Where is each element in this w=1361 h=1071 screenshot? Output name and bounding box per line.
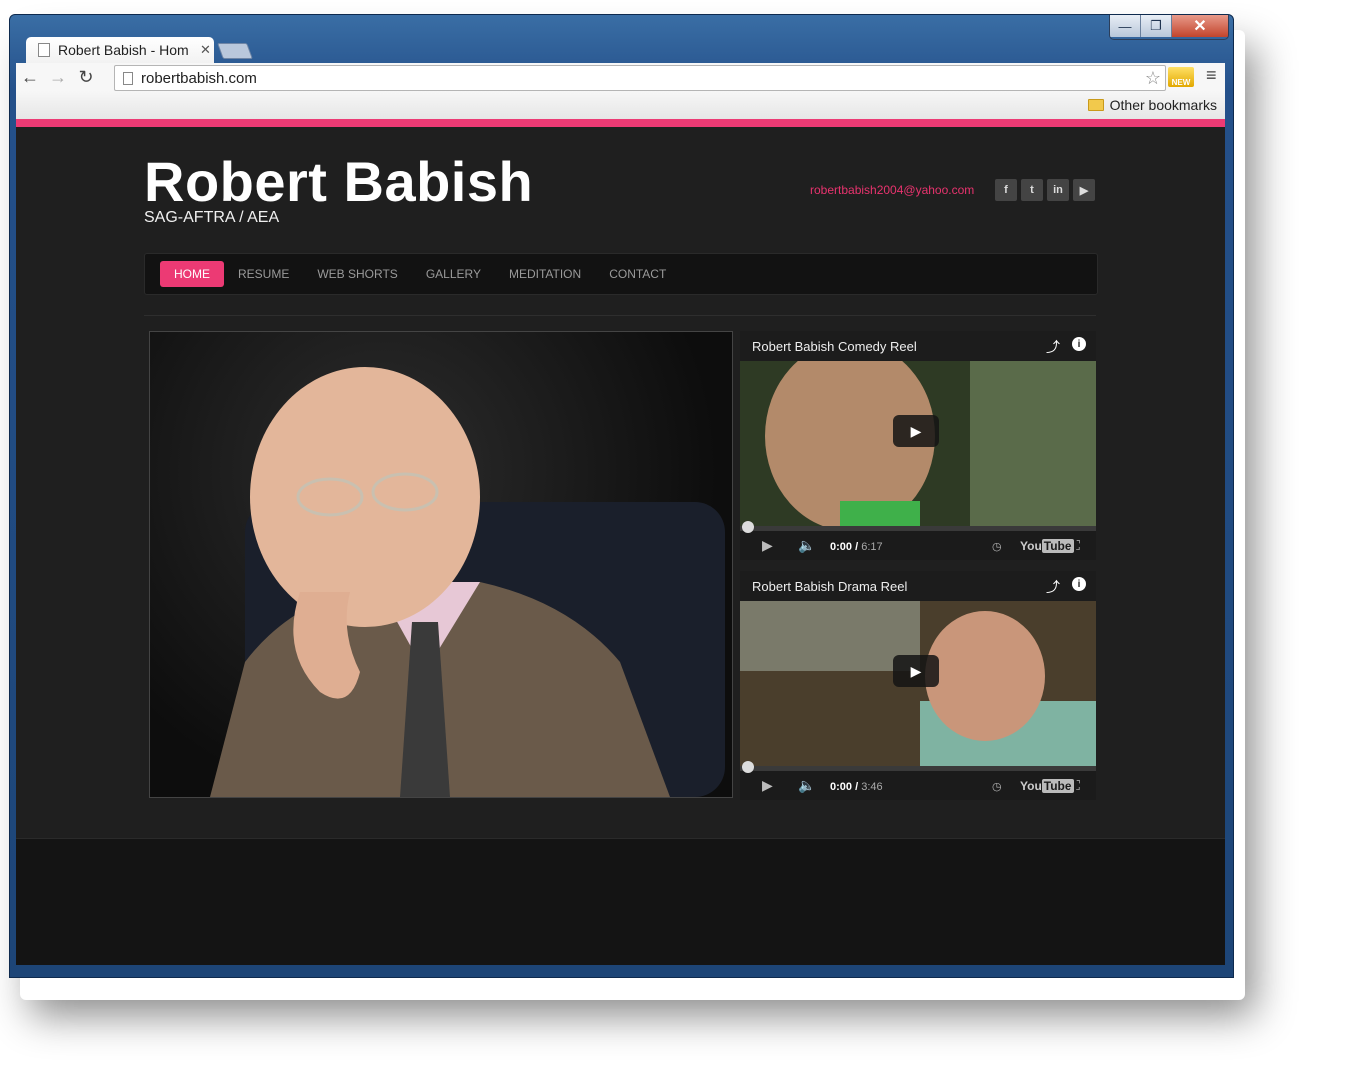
nav-web-shorts[interactable]: WEB SHORTS bbox=[303, 261, 411, 287]
video-player-comedy[interactable]: Robert Babish Comedy Reel ⤴ i ▶ ▶ 🔈 0:00… bbox=[740, 331, 1096, 560]
social-links: f t in ▶ bbox=[995, 179, 1095, 201]
nav-resume[interactable]: RESUME bbox=[224, 261, 303, 287]
progress-bar[interactable] bbox=[740, 761, 1096, 773]
actor-face bbox=[925, 611, 1045, 741]
extension-icon[interactable]: NEW bbox=[1168, 67, 1194, 87]
current-time: 0:00 bbox=[830, 541, 853, 553]
watch-later-icon[interactable]: ◷ bbox=[992, 780, 1002, 793]
site-subtitle: SAG-AFTRA / AEA bbox=[144, 209, 280, 226]
info-icon[interactable]: i bbox=[1072, 337, 1086, 351]
forward-icon[interactable]: → bbox=[44, 67, 72, 88]
nav-gallery[interactable]: GALLERY bbox=[412, 261, 495, 287]
minimize-icon[interactable]: — bbox=[1110, 15, 1141, 37]
video-header-icons: ⤴ i bbox=[1046, 337, 1086, 357]
share-icon[interactable]: ⤴ bbox=[1046, 337, 1060, 357]
address-bar[interactable]: robertbabish.com ☆ bbox=[114, 65, 1166, 91]
nav-meditation[interactable]: MEDITATION bbox=[495, 261, 595, 287]
page-viewport: Robert Babish SAG-AFTRA / AEA robertbabi… bbox=[16, 119, 1225, 965]
youtube-icon[interactable]: ▶ bbox=[1073, 179, 1095, 201]
progress-knob[interactable] bbox=[742, 521, 754, 533]
info-icon[interactable]: i bbox=[1072, 577, 1086, 591]
current-time: 0:00 bbox=[830, 781, 853, 793]
video-time: 0:00 / 6:17 bbox=[830, 541, 883, 553]
youtube-logo-icon[interactable]: You Tube bbox=[1020, 539, 1074, 553]
other-bookmarks-label: Other bookmarks bbox=[1109, 97, 1217, 113]
maximize-icon[interactable]: ❐ bbox=[1141, 15, 1172, 37]
video-header: Robert Babish Drama Reel ⤴ i bbox=[740, 571, 1096, 601]
new-tab-button[interactable] bbox=[217, 43, 253, 59]
volume-icon[interactable]: 🔈 bbox=[798, 537, 815, 554]
green-cup bbox=[840, 501, 920, 526]
site-title[interactable]: Robert Babish bbox=[144, 149, 533, 214]
menu-icon[interactable]: ≡ bbox=[1206, 65, 1217, 86]
page-icon bbox=[38, 43, 50, 57]
progress-bar[interactable] bbox=[740, 521, 1096, 533]
video-title[interactable]: Robert Babish Drama Reel bbox=[752, 579, 907, 594]
browser-tab[interactable]: Robert Babish - Hom ✕ bbox=[26, 37, 214, 63]
video-header: Robert Babish Comedy Reel ⤴ i bbox=[740, 331, 1096, 361]
portrait-photo bbox=[149, 331, 733, 798]
play-overlay-icon[interactable]: ▶ bbox=[893, 415, 939, 447]
video-controls: ▶ 🔈 0:00 / 6:17 ◷ You Tube ⛶ bbox=[740, 521, 1096, 560]
main-nav: HOME RESUME WEB SHORTS GALLERY MEDITATIO… bbox=[144, 253, 1098, 295]
window-controls: — ❐ ✕ bbox=[1109, 15, 1229, 40]
folder-icon bbox=[1087, 99, 1104, 111]
bookmark-star-icon[interactable]: ☆ bbox=[1145, 68, 1161, 89]
car-window bbox=[970, 361, 1096, 526]
bookmarks-bar: Other bookmarks bbox=[16, 91, 1225, 119]
tab-close-icon[interactable]: ✕ bbox=[200, 42, 211, 58]
share-icon[interactable]: ⤴ bbox=[1046, 577, 1060, 597]
reload-icon[interactable]: ↻ bbox=[72, 67, 100, 88]
volume-icon[interactable]: 🔈 bbox=[798, 777, 815, 794]
linkedin-icon[interactable]: in bbox=[1047, 179, 1069, 201]
tab-title: Robert Babish - Hom bbox=[58, 42, 189, 58]
video-controls: ▶ 🔈 0:00 / 3:46 ◷ You Tube ⛶ bbox=[740, 761, 1096, 800]
video-title[interactable]: Robert Babish Comedy Reel bbox=[752, 339, 917, 354]
progress-knob[interactable] bbox=[742, 761, 754, 773]
facebook-icon[interactable]: f bbox=[995, 179, 1017, 201]
back-icon[interactable]: ← bbox=[16, 67, 44, 88]
section-divider bbox=[144, 315, 1096, 316]
browser-toolbar: ← → ↻ robertbabish.com ☆ NEW ≡ bbox=[16, 63, 1225, 91]
nav-home[interactable]: HOME bbox=[160, 261, 224, 287]
video-header-icons: ⤴ i bbox=[1046, 577, 1086, 597]
email-link[interactable]: robertbabish2004@yahoo.com bbox=[810, 183, 974, 197]
youtube-logo-icon[interactable]: You Tube bbox=[1020, 779, 1074, 793]
extension-badge: NEW bbox=[1171, 78, 1191, 87]
watch-later-icon[interactable]: ◷ bbox=[992, 540, 1002, 553]
page-footer bbox=[16, 838, 1225, 965]
nav-contact[interactable]: CONTACT bbox=[595, 261, 680, 287]
video-time: 0:00 / 3:46 bbox=[830, 781, 883, 793]
accent-bar bbox=[16, 119, 1225, 127]
twitter-icon[interactable]: t bbox=[1021, 179, 1043, 201]
play-icon[interactable]: ▶ bbox=[762, 777, 773, 794]
head-shape bbox=[250, 367, 480, 627]
duration: 3:46 bbox=[861, 781, 883, 793]
portrait-illustration bbox=[210, 367, 725, 797]
fullscreen-icon[interactable]: ⛶ bbox=[1070, 537, 1080, 554]
page-icon bbox=[123, 71, 133, 85]
video-player-drama[interactable]: Robert Babish Drama Reel ⤴ i ▶ ▶ 🔈 0:00 … bbox=[740, 571, 1096, 800]
browser-window: — ❐ ✕ Robert Babish - Hom ✕ ← → ↻ robert… bbox=[9, 14, 1234, 978]
play-overlay-icon[interactable]: ▶ bbox=[893, 655, 939, 687]
other-bookmarks[interactable]: Other bookmarks bbox=[1087, 97, 1217, 113]
play-icon[interactable]: ▶ bbox=[762, 537, 773, 554]
url-text: robertbabish.com bbox=[141, 69, 257, 87]
close-window-icon[interactable]: ✕ bbox=[1172, 15, 1228, 37]
fullscreen-icon[interactable]: ⛶ bbox=[1070, 777, 1080, 794]
duration: 6:17 bbox=[861, 541, 883, 553]
